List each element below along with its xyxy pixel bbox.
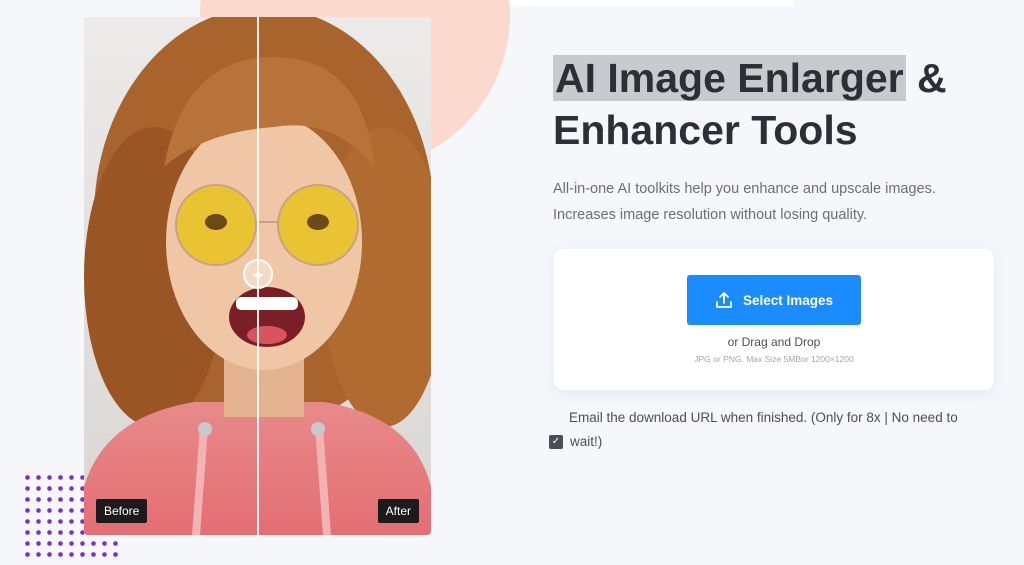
subtitle-line2: Increases image resolution without losin…: [553, 207, 868, 223]
title-line2: Enhancer Tools: [553, 107, 858, 153]
email-checkbox[interactable]: ✓: [549, 435, 563, 449]
drag-drop-text: or Drag and Drop: [727, 335, 821, 349]
page-subtitle: All-in-one AI toolkits help you enhance …: [553, 176, 1013, 228]
select-images-label: Select Images: [742, 292, 834, 308]
before-label: Before: [96, 499, 148, 523]
before-after-comparison[interactable]: ◂▸ Before After: [84, 17, 431, 535]
title-ampersand: &: [905, 55, 947, 101]
email-option-text-line2: wait!): [570, 434, 603, 449]
email-notification-option: Email the download URL when finished. (O…: [549, 406, 999, 454]
email-option-text-line1: Email the download URL when finished. (O…: [569, 410, 958, 425]
file-requirements-hint: JPG or PNG. Max Size 5MBor 1200×1200: [694, 354, 854, 364]
after-label: After: [377, 499, 419, 523]
title-highlight: AI Image Enlarger: [553, 55, 906, 101]
upload-icon: [716, 292, 732, 308]
arrows-left-right-icon[interactable]: ◂▸: [243, 259, 273, 289]
page-title: AI Image Enlarger & Enhancer Tools: [553, 52, 1013, 156]
upload-dropzone[interactable]: Select Images or Drag and Drop JPG or PN…: [554, 249, 994, 390]
subtitle-line1: All-in-one AI toolkits help you enhance …: [553, 181, 936, 197]
select-images-button[interactable]: Select Images: [687, 275, 861, 325]
